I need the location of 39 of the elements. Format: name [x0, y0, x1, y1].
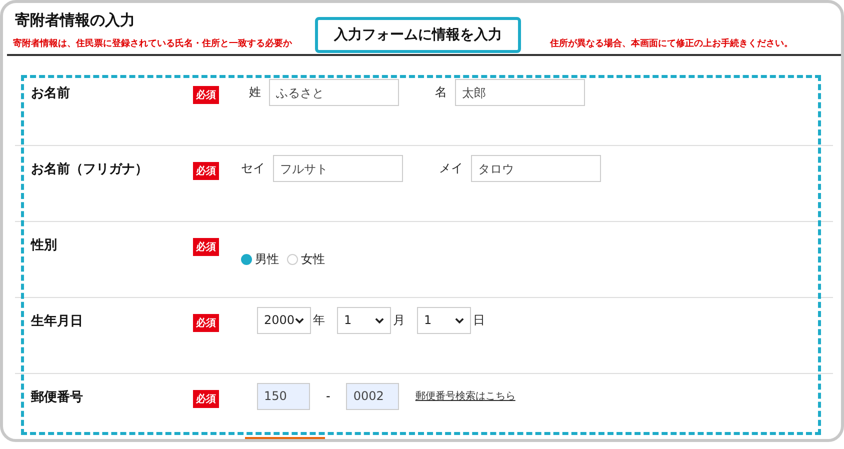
- chevron-icon: [295, 316, 304, 324]
- field-label: 生年月日: [30, 313, 84, 331]
- field-label: 郵便番号: [30, 389, 84, 407]
- page-title: 寄附者情報の入力: [14, 10, 136, 31]
- dropdown[interactable]: 2000: [257, 306, 311, 334]
- radio-button[interactable]: [241, 254, 252, 264]
- input-field[interactable]: ふるさと: [269, 78, 399, 106]
- field-caption: 姓: [248, 84, 261, 100]
- required-badge: 必須: [193, 86, 219, 104]
- required-badge: 必須: [193, 162, 219, 180]
- search-link[interactable]: 郵便番号検索はこちら: [415, 389, 516, 403]
- required-badge: 必須: [193, 238, 219, 256]
- field-caption: セイ: [241, 160, 265, 176]
- chevron-icon: [455, 316, 464, 324]
- required-badge: 必須: [193, 314, 219, 332]
- dropdown[interactable]: 1: [337, 306, 391, 334]
- input-field[interactable]: 太郎: [455, 78, 585, 106]
- dropdown[interactable]: 1: [417, 306, 471, 334]
- field-caption: メイ: [439, 160, 463, 176]
- unit-label: 月: [393, 312, 405, 328]
- notice-text: 住所が異なる場合、本画面にて修正の上お手続きください。: [550, 37, 793, 51]
- field-label: お名前: [30, 85, 71, 103]
- radio-label: 男性: [255, 250, 279, 268]
- radio-button[interactable]: [287, 254, 298, 264]
- input-field[interactable]: フルサト: [273, 154, 403, 182]
- notice-text: 寄附者情報は、住民票に登録されている氏名・住所と一致する必要か: [13, 37, 292, 51]
- unit-label: 年: [313, 312, 325, 328]
- separator: -: [326, 389, 330, 403]
- field-label: 性別: [30, 237, 58, 255]
- radio-label: 女性: [301, 250, 325, 268]
- chevron-icon: [375, 316, 384, 324]
- unit-label: 日: [473, 312, 485, 328]
- field-label: お名前（フリガナ）: [30, 161, 149, 179]
- field-caption: 名: [435, 84, 447, 100]
- input-field[interactable]: タロウ: [471, 154, 601, 182]
- callout: 入力フォームに情報を入力: [315, 17, 521, 53]
- postal-field[interactable]: 150: [257, 382, 310, 410]
- postal-field[interactable]: 0002: [346, 382, 400, 410]
- required-badge: 必須: [193, 390, 219, 408]
